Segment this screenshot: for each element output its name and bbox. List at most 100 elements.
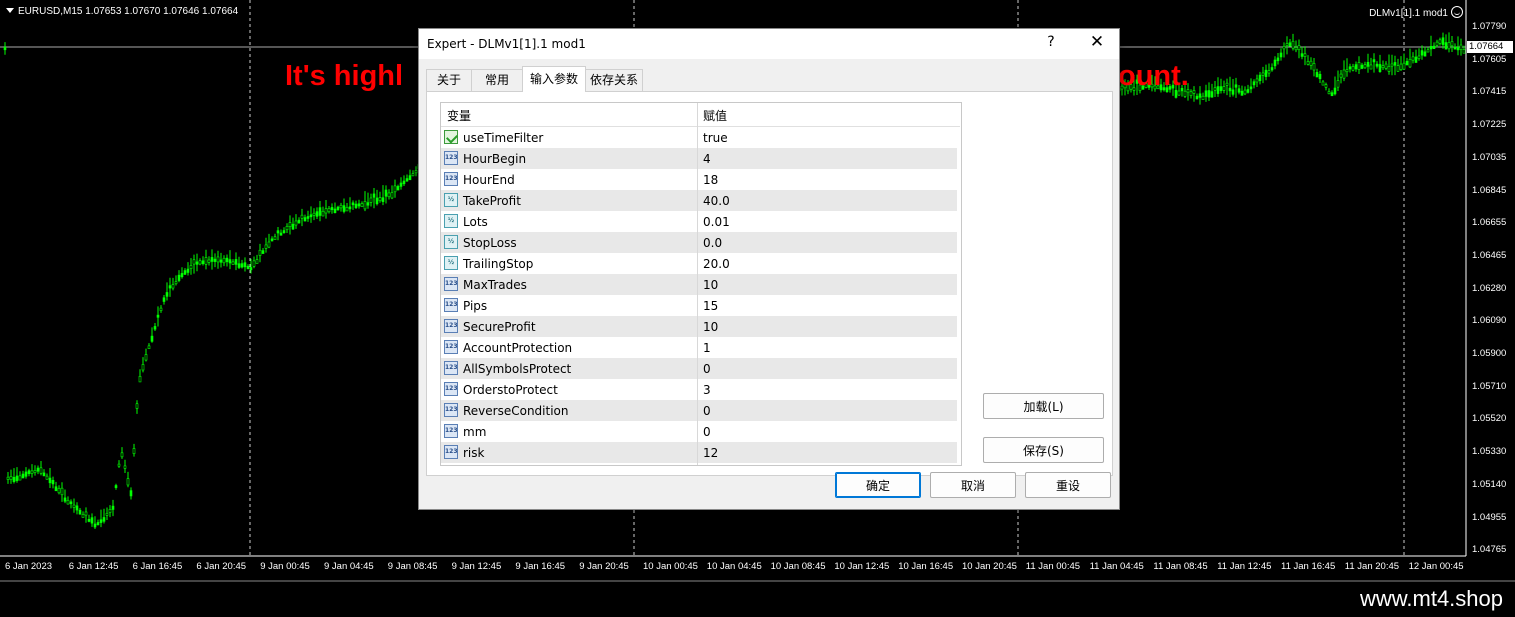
param-value[interactable]: 40.0: [703, 194, 730, 208]
header-variable[interactable]: 变量: [447, 107, 471, 124]
candle: [342, 198, 346, 214]
candle: [15, 467, 19, 483]
param-value[interactable]: 12: [703, 446, 718, 460]
param-row[interactable]: 123 ReverseCondition 0: [441, 400, 957, 421]
tab-inputs[interactable]: 输入参数: [522, 66, 586, 92]
param-row[interactable]: 123 risk 12: [441, 442, 957, 463]
time-tick-label: 6 Jan 20:45: [196, 561, 247, 572]
candle: [231, 259, 235, 265]
candle: [1258, 71, 1262, 85]
param-row[interactable]: 123 OrderstoProtect 3: [441, 379, 957, 400]
header-value[interactable]: 赋值: [703, 107, 727, 124]
cancel-button[interactable]: 取消: [930, 472, 1016, 498]
time-tick-label: 6 Jan 16:45: [132, 561, 183, 572]
param-row[interactable]: 123 mm 0: [441, 421, 957, 442]
time-tick-label: 11 Jan 20:45: [1344, 561, 1400, 572]
candle: [138, 369, 142, 383]
candle: [114, 483, 118, 490]
param-row[interactable]: 123 AllSymbolsProtect 0: [441, 358, 957, 379]
param-value[interactable]: true: [703, 131, 728, 145]
double-type-icon: ½: [444, 193, 458, 207]
dropdown-triangle-icon[interactable]: [6, 8, 14, 13]
candle: [1369, 57, 1373, 70]
candle: [1345, 58, 1349, 77]
param-value[interactable]: 0: [703, 425, 711, 439]
int-type-icon: 123: [444, 382, 458, 396]
param-row[interactable]: 123 MaxTrades 10: [441, 274, 957, 295]
candle: [21, 470, 25, 479]
candle: [1201, 92, 1205, 100]
param-row[interactable]: 123 Pips 15: [441, 295, 957, 316]
column-divider[interactable]: [697, 103, 698, 465]
param-row[interactable]: 123 HourBegin 4: [441, 148, 957, 169]
help-button[interactable]: ?: [1041, 34, 1061, 50]
time-tick-label: 10 Jan 04:45: [706, 561, 762, 572]
footer-url: www.mt4.shop: [1359, 586, 1503, 611]
candle: [360, 201, 364, 208]
candle: [1189, 89, 1193, 99]
tab-about[interactable]: 关于: [426, 69, 472, 91]
close-icon[interactable]: ✕: [1087, 32, 1107, 52]
param-row[interactable]: 123 SecureProfit 10: [441, 316, 957, 337]
candle: [1198, 86, 1202, 105]
param-row[interactable]: 123 HourEnd 18: [441, 169, 957, 190]
candle: [1339, 69, 1343, 84]
param-row[interactable]: ½ StopLoss 0.0: [441, 232, 957, 253]
candle: [1405, 57, 1409, 66]
reset-button[interactable]: 重设: [1025, 472, 1111, 498]
param-value[interactable]: 0: [703, 362, 711, 376]
candle: [105, 507, 109, 520]
param-row[interactable]: useTimeFilter true: [441, 127, 957, 148]
candle: [237, 256, 241, 269]
candle: [321, 206, 325, 217]
param-value[interactable]: 3: [703, 383, 711, 397]
param-row[interactable]: ½ TrailingStop 20.0: [441, 253, 957, 274]
param-variable: HourBegin: [463, 152, 527, 166]
candle: [1438, 37, 1442, 46]
param-value[interactable]: 10: [703, 278, 718, 292]
param-value[interactable]: 0.0: [703, 236, 722, 250]
candle: [162, 294, 166, 305]
time-tick-label: 6 Jan 12:45: [68, 561, 119, 572]
load-button[interactable]: 加载(L): [983, 393, 1104, 419]
param-value[interactable]: 0.01: [703, 215, 730, 229]
candle: [1366, 53, 1370, 73]
candle: [69, 499, 73, 509]
param-value[interactable]: 4: [703, 152, 711, 166]
candle: [207, 256, 211, 266]
candle: [1240, 85, 1244, 96]
candle: [126, 471, 130, 488]
candle: [1228, 76, 1232, 98]
time-tick-label: 9 Jan 00:45: [260, 561, 310, 572]
candle: [1210, 83, 1214, 98]
candle: [1375, 61, 1379, 69]
save-button[interactable]: 保存(S): [983, 437, 1104, 463]
vertical-scrollbar[interactable]: [961, 124, 962, 464]
param-row[interactable]: ½ TakeProfit 40.0: [441, 190, 957, 211]
param-value[interactable]: 15: [703, 299, 718, 313]
candle: [399, 177, 403, 190]
param-value[interactable]: 18: [703, 173, 718, 187]
candle: [186, 262, 190, 276]
candle: [84, 507, 88, 523]
param-row[interactable]: 123 AccountProtection 1: [441, 337, 957, 358]
tab-dependencies[interactable]: 依存关系: [585, 69, 643, 91]
time-tick-label: 11 Jan 12:45: [1217, 561, 1272, 572]
price-axis[interactable]: 1.07790 1.07605 1.07415 1.07225 1.07035 1.068…: [1466, 0, 1515, 580]
candle: [189, 258, 193, 275]
candle: [390, 185, 394, 200]
candle: [1315, 68, 1319, 78]
candle: [1336, 70, 1340, 92]
candle: [144, 348, 148, 362]
param-value[interactable]: 20.0: [703, 257, 730, 271]
param-value[interactable]: 1: [703, 341, 711, 355]
ok-button[interactable]: 确定: [835, 472, 921, 498]
expert-advisor-label[interactable]: DLMv1[1].1 mod1: [1369, 6, 1463, 19]
param-row[interactable]: ½ Lots 0.01: [441, 211, 957, 232]
dialog-titlebar[interactable]: Expert - DLMv1[1].1 mod1 ? ✕: [419, 29, 1119, 59]
parameters-grid[interactable]: 变量 赋值 useTimeFilter true 123 HourBegin 4 123 H…: [440, 102, 962, 466]
tab-common[interactable]: 常用: [471, 69, 523, 91]
param-value[interactable]: 10: [703, 320, 718, 334]
candle: [36, 465, 40, 475]
param-value[interactable]: 0: [703, 404, 711, 418]
